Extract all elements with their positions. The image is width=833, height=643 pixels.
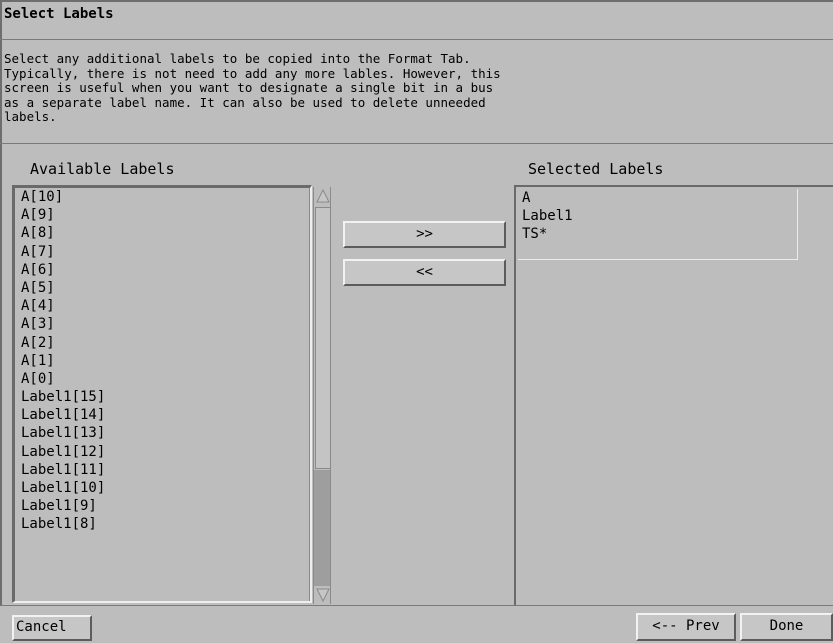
list-item[interactable]: A[9]: [17, 206, 309, 224]
list-item[interactable]: A: [518, 189, 797, 207]
list-item[interactable]: Label1[10]: [17, 479, 309, 497]
list-item[interactable]: A[8]: [17, 224, 309, 242]
add-label-button[interactable]: >>: [343, 221, 506, 248]
list-item[interactable]: Label1[15]: [17, 388, 309, 406]
list-item[interactable]: A[5]: [17, 279, 309, 297]
list-item[interactable]: A[6]: [17, 261, 309, 279]
scroll-track[interactable]: [314, 470, 330, 586]
selected-labels-list[interactable]: A Label1 TS*: [518, 189, 798, 260]
list-item[interactable]: Label1[11]: [17, 461, 309, 479]
list-item[interactable]: A[0]: [17, 370, 309, 388]
remove-label-button[interactable]: <<: [343, 259, 506, 286]
list-item[interactable]: TS*: [518, 225, 797, 243]
list-item[interactable]: Label1: [518, 207, 797, 225]
list-item[interactable]: Label1[9]: [17, 497, 309, 515]
list-item[interactable]: A[7]: [17, 243, 309, 261]
list-item[interactable]: A[3]: [17, 315, 309, 333]
list-item[interactable]: A[1]: [17, 352, 309, 370]
available-labels-heading: Available Labels: [30, 160, 175, 178]
scroll-thumb[interactable]: [315, 207, 331, 469]
available-labels-scrollbar[interactable]: [313, 187, 331, 604]
dialog-title: Select Labels: [0, 0, 833, 40]
cancel-button[interactable]: Cancel: [12, 615, 92, 641]
list-item[interactable]: Label1[8]: [17, 515, 309, 533]
prev-button[interactable]: <-- Prev: [636, 613, 736, 641]
list-item[interactable]: A[4]: [17, 297, 309, 315]
done-button[interactable]: Done: [740, 613, 833, 641]
scroll-up-arrow-icon[interactable]: [315, 188, 331, 204]
list-item[interactable]: Label1[14]: [17, 406, 309, 424]
scroll-down-arrow-icon[interactable]: [315, 587, 331, 603]
selected-labels-heading: Selected Labels: [528, 160, 664, 178]
available-labels-list[interactable]: A[10] A[9] A[8] A[7] A[6] A[5] A[4] A[3]…: [12, 185, 312, 603]
dialog-description: Select any additional labels to be copie…: [4, 51, 501, 125]
list-item[interactable]: A[2]: [17, 334, 309, 352]
list-item[interactable]: Label1[12]: [17, 443, 309, 461]
list-item[interactable]: Label1[13]: [17, 424, 309, 442]
selected-labels-panel[interactable]: A Label1 TS*: [514, 185, 833, 605]
list-item[interactable]: A[10]: [17, 188, 309, 206]
description-divider: [0, 143, 833, 144]
